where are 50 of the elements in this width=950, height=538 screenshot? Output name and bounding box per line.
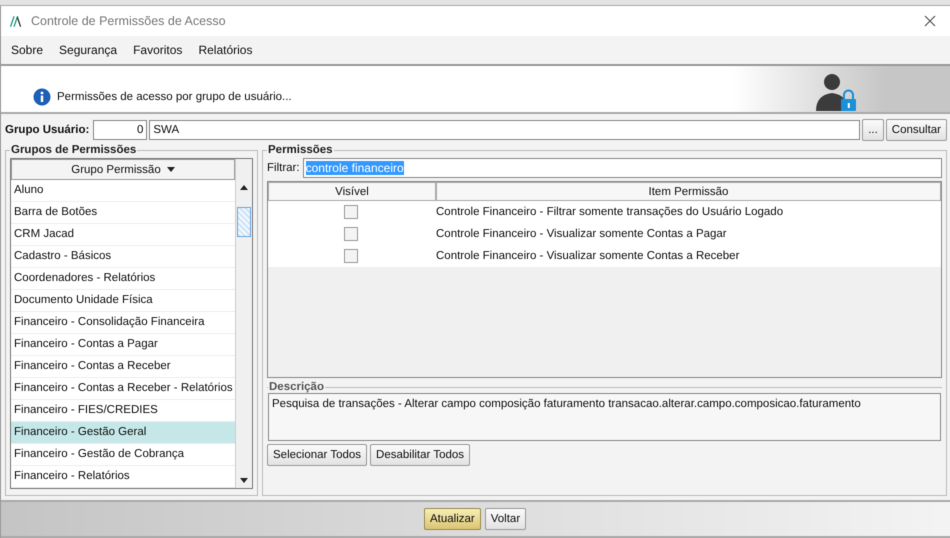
column-header[interactable]: Grupo Permissão bbox=[11, 159, 235, 180]
footer-button[interactable]: Atualizar bbox=[424, 508, 481, 530]
list-item[interactable]: Financeiro - Consolidação Financeira bbox=[11, 312, 235, 334]
panel-title: Grupos de Permissões bbox=[10, 144, 138, 156]
checkbox[interactable] bbox=[344, 227, 358, 241]
menu-item[interactable]: Favoritos bbox=[133, 43, 182, 57]
scroll-down-icon[interactable] bbox=[240, 478, 248, 482]
table-cell-text: Controle Financeiro - Visualizar somente Contas a Pagar bbox=[435, 227, 728, 242]
list-item[interactable]: Financeiro - Relatórios bbox=[11, 466, 235, 488]
action-button[interactable]: Desabilitar Todos bbox=[370, 444, 470, 466]
description-box: Pesquisa de transações - Alterar campo composição faturamento transacao.alterar.campo.composicao.faturamento bbox=[268, 393, 941, 441]
checkbox[interactable] bbox=[344, 205, 358, 219]
filter-label: Filtrar: bbox=[267, 162, 300, 174]
scroll-thumb[interactable] bbox=[237, 207, 251, 237]
list-item[interactable]: Financeiro - Gestão de Cobrança bbox=[11, 444, 235, 466]
banner-text: Permissões de acesso por grupo de usuário... bbox=[57, 91, 292, 103]
list-item[interactable]: Cadastro - Básicos bbox=[11, 246, 235, 268]
window-title: Controle de Permissões de Acesso bbox=[31, 14, 227, 28]
menu-item[interactable]: Relatórios bbox=[198, 43, 252, 57]
list-item[interactable]: Documento Unidade Física bbox=[11, 290, 235, 312]
query-button[interactable]: Consultar bbox=[886, 119, 947, 141]
list-item[interactable]: Financeiro - Contas a Receber bbox=[11, 356, 235, 378]
info-icon bbox=[33, 88, 51, 106]
list-item[interactable]: Barra de Botões bbox=[11, 202, 235, 224]
column-header[interactable]: Visível bbox=[268, 182, 436, 201]
section-title: Descrição bbox=[268, 381, 325, 393]
action-button[interactable]: Selecionar Todos bbox=[267, 444, 368, 466]
list-item[interactable]: Coordenadores - Relatórios bbox=[11, 268, 235, 290]
checkbox[interactable] bbox=[344, 249, 358, 263]
group-name-field[interactable]: SWA bbox=[149, 120, 860, 140]
scrollbar[interactable] bbox=[235, 159, 252, 488]
list-item[interactable]: Financeiro - Contas a Pagar bbox=[11, 334, 235, 356]
group-code-field[interactable]: 0 bbox=[93, 120, 148, 140]
list-item[interactable]: Aluno bbox=[11, 180, 235, 202]
menu-item[interactable]: Sobre bbox=[11, 43, 44, 57]
table-cell-text: Controle Financeiro - Filtrar somente transações do Usuário Logado bbox=[435, 205, 784, 220]
browse-button[interactable]: ... bbox=[862, 119, 884, 141]
list-item[interactable]: Financeiro - Gestão Geral bbox=[11, 422, 235, 444]
app-logo-icon bbox=[9, 14, 23, 28]
sort-down-icon bbox=[166, 167, 175, 172]
column-header[interactable]: Item Permissão bbox=[436, 182, 941, 201]
group-user-label: Grupo Usuário: bbox=[5, 124, 90, 136]
table-cell-text: Controle Financeiro - Visualizar somente Contas a Receber bbox=[435, 249, 740, 264]
list-item[interactable]: CRM Jacad bbox=[11, 224, 235, 246]
menu-item[interactable]: Segurança bbox=[59, 43, 118, 57]
panel-title: Permissões bbox=[267, 144, 334, 156]
footer-button[interactable]: Voltar bbox=[484, 508, 526, 530]
scroll-up-icon[interactable] bbox=[240, 184, 248, 190]
list-item[interactable]: Financeiro - Contas a Receber - Relatórios bbox=[11, 378, 235, 400]
close-icon[interactable] bbox=[924, 15, 936, 27]
